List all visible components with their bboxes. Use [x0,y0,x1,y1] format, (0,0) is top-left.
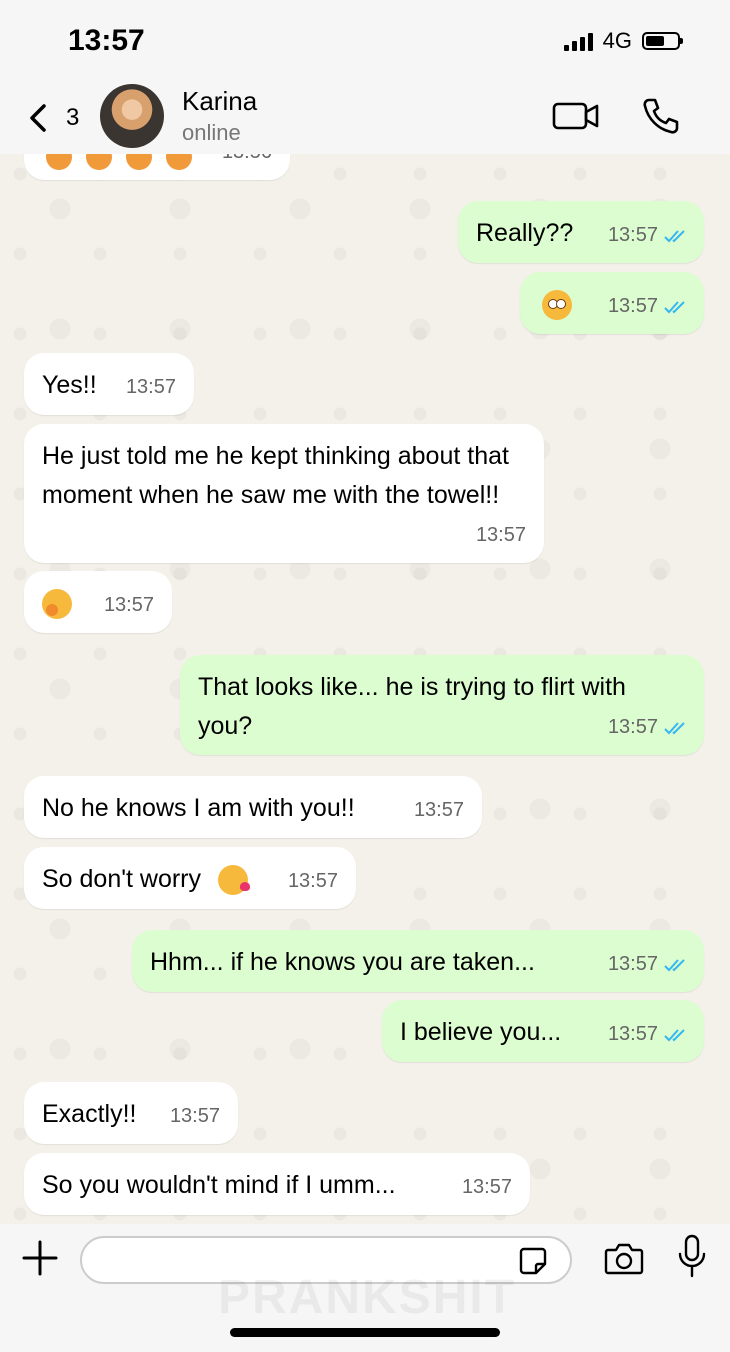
message-bubble-incoming[interactable]: 13:57 [24,571,172,633]
message-time: 13:57 [607,1023,658,1045]
message-bubble-incoming[interactable]: Exactly!! 13:57 [24,1082,238,1144]
message-text: Exactly!! [42,1100,137,1128]
contact-avatar[interactable] [100,84,164,148]
message-input-field[interactable] [80,1236,572,1284]
status-bar: 13:57 4G [0,0,730,80]
message-time: 13:57 [125,376,176,398]
message-text: That looks like... he is trying to flirt… [198,673,626,740]
message-time: 13:57 [413,799,464,821]
emoji-icon [166,154,192,170]
message-bubble-incoming[interactable]: So don't worry 13:57 [24,847,356,909]
message-list[interactable]: PRANKSHIT 13:56 Really?? 13:57 13:57 Yes… [0,154,730,1224]
signal-icon [563,31,593,51]
chat-header: 3 Karina online [0,80,730,154]
face-with-hand-over-mouth-emoji [42,589,72,620]
message-bubble-incoming[interactable]: Yes!! 13:57 [24,353,194,415]
message-time: 13:57 [461,1176,512,1198]
video-call-icon[interactable] [552,100,600,132]
battery-icon [642,32,683,50]
message-text: So don't worry [42,865,202,893]
message-meta: 13:57 [608,216,690,255]
message-meta: 13:57 [608,708,690,747]
message-text: He just told me he kept thinking about t… [42,442,509,509]
message-time: 13:56 [222,154,272,172]
plus-icon[interactable] [22,1240,58,1276]
message-bubble-outgoing[interactable]: I believe you... 13:57 [382,1000,704,1062]
message-input[interactable] [98,1244,522,1278]
read-ticks-icon [664,230,685,243]
unread-count[interactable]: 3 [66,104,79,132]
camera-icon[interactable] [604,1240,644,1276]
message-time: 13:57 [103,594,154,616]
microphone-icon[interactable] [676,1234,708,1278]
message-text: No he knows I am with you!! [42,794,355,822]
message-text: Really?? [476,219,574,247]
message-time: 13:57 [475,524,526,546]
message-time: 13:57 [169,1105,220,1127]
message-bubble-incoming[interactable]: 13:56 [24,154,290,180]
back-chevron-icon[interactable] [22,100,58,136]
message-time: 13:57 [607,295,658,317]
message-bubble-incoming[interactable]: He just told me he kept thinking about t… [24,424,544,563]
message-time: 13:57 [607,716,658,738]
message-bubble-outgoing[interactable]: 13:57 [520,272,704,334]
message-bubble-outgoing[interactable]: Really?? 13:57 [458,201,704,263]
status-indicators: 4G [563,28,683,54]
message-bubble-incoming[interactable]: So you wouldn't mind if I umm... 13:57 [24,1153,530,1215]
flushed-face-emoji [542,290,572,321]
message-meta: 13:57 [608,945,690,984]
contact-presence: online [182,120,241,145]
message-text: I believe you... [400,1018,562,1046]
read-ticks-icon [664,301,685,314]
emoji-icon [126,154,152,170]
message-text: Hhm... if he knows you are taken... [150,948,535,976]
message-bubble-incoming[interactable]: No he knows I am with you!! 13:57 [24,776,482,838]
message-time: 13:57 [607,953,658,975]
message-meta: 13:57 [608,1015,690,1054]
read-ticks-icon [664,1029,685,1042]
phone-call-icon[interactable] [640,96,680,136]
face-blowing-kiss-emoji [217,865,250,896]
sticker-icon[interactable] [518,1246,548,1276]
message-text: Yes!! [42,371,97,399]
network-label: 4G [602,28,632,53]
home-indicator[interactable] [230,1328,500,1337]
message-text: So you wouldn't mind if I umm... [42,1171,396,1199]
composer-bar: PRANKSHIT [0,1224,730,1352]
message-bubble-outgoing[interactable]: That looks like... he is trying to flirt… [180,655,704,755]
message-meta: 13:57 [608,287,690,326]
message-bubble-outgoing[interactable]: Hhm... if he knows you are taken... 13:5… [132,930,704,992]
read-ticks-icon [664,722,685,735]
emoji-icon [46,154,72,170]
read-ticks-icon [664,959,685,972]
message-time: 13:57 [607,224,658,246]
status-time: 13:57 [68,24,145,57]
emoji-row [46,154,206,170]
emoji-icon [86,154,112,170]
message-time: 13:57 [287,870,338,892]
contact-name[interactable]: Karina [182,86,257,117]
